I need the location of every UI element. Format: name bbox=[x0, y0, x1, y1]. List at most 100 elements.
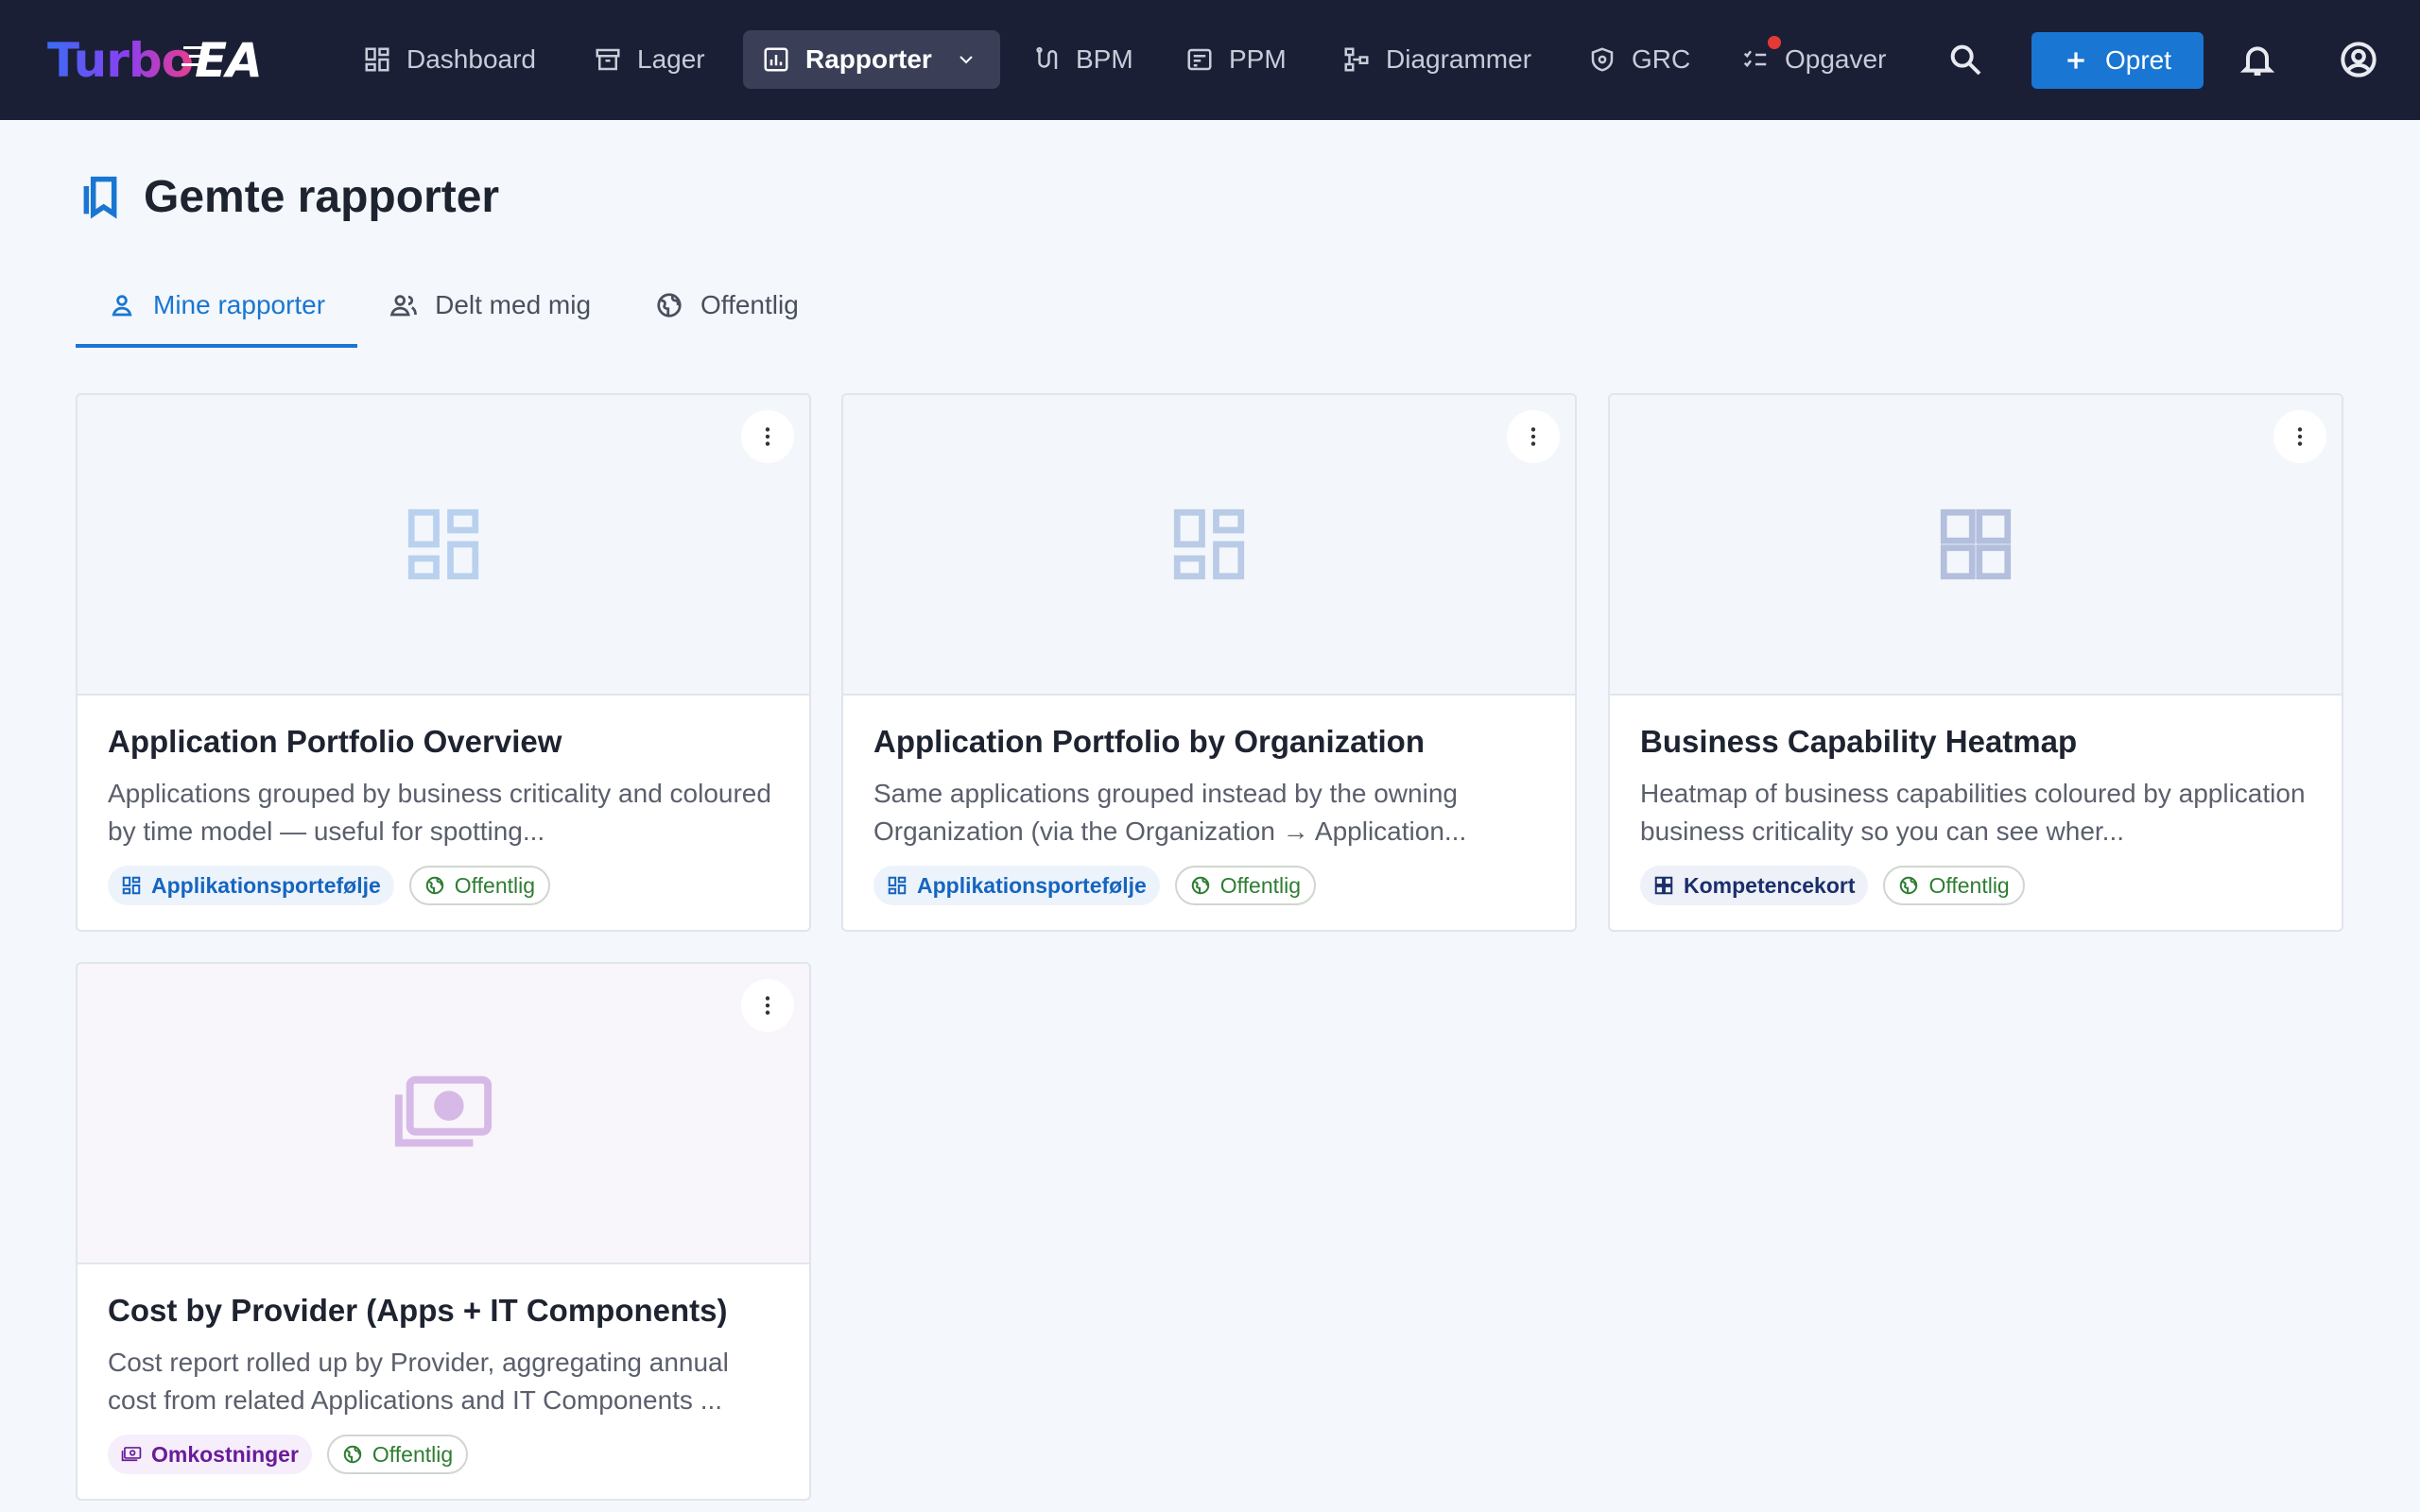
grid-icon bbox=[1940, 508, 2012, 580]
card-menu-button[interactable] bbox=[1507, 410, 1560, 463]
chip-label: Offentlig bbox=[372, 1441, 454, 1467]
grid-icon bbox=[1654, 876, 1673, 895]
nav-item-rapporter[interactable]: Rapporter bbox=[743, 30, 1000, 89]
report-title: Cost by Provider (Apps + IT Components) bbox=[108, 1293, 728, 1328]
card-menu-button[interactable] bbox=[2273, 410, 2326, 463]
grid-icon bbox=[1173, 508, 1245, 580]
chevron-down-icon bbox=[959, 56, 973, 64]
visibility-chip: Offentlig bbox=[408, 866, 551, 905]
report-description: Cost report rolled up by Provider, aggre… bbox=[108, 1348, 729, 1415]
flow-icon bbox=[1036, 46, 1058, 69]
shield-icon bbox=[1591, 47, 1614, 72]
project-icon bbox=[1187, 48, 1212, 71]
page-title: Gemte rapporter bbox=[144, 171, 500, 222]
tab-public[interactable]: Offentlig bbox=[623, 263, 831, 348]
logo-text-accent: EA bbox=[183, 33, 263, 88]
globe-icon bbox=[425, 876, 444, 895]
report-description: Same applications grouped instead by the… bbox=[873, 779, 1467, 846]
dashboard-icon bbox=[365, 47, 389, 72]
report-icon bbox=[764, 47, 788, 72]
report-card[interactable]: Application Portfolio Overview Applicati… bbox=[76, 393, 811, 932]
visibility-chip: Offentlig bbox=[1883, 866, 2025, 905]
person-icon bbox=[112, 295, 132, 317]
dashboard-icon bbox=[888, 876, 907, 895]
card-menu-button[interactable] bbox=[741, 410, 794, 463]
nav-label: BPM bbox=[1076, 44, 1133, 74]
logo-text-main: Turbo bbox=[47, 33, 194, 88]
report-thumbnail bbox=[78, 964, 809, 1264]
report-card[interactable]: Application Portfolio by Organization Sa… bbox=[841, 393, 1577, 932]
visibility-chip: Offentlig bbox=[326, 1435, 469, 1474]
report-description: Applications grouped by business critica… bbox=[108, 779, 771, 846]
report-tabs: Mine rapporter Delt med mig Offentlig bbox=[76, 263, 831, 348]
report-thumbnail bbox=[1610, 395, 2342, 696]
chip-label: Offentlig bbox=[1219, 872, 1302, 898]
nav-item-ppm[interactable]: PPM bbox=[1167, 30, 1305, 89]
report-thumbnail bbox=[78, 395, 809, 696]
globe-icon bbox=[1191, 876, 1210, 895]
dashboard-icon bbox=[122, 876, 141, 895]
account-button[interactable] bbox=[2331, 32, 2386, 87]
user-circle-icon bbox=[2341, 42, 2377, 77]
top-navigation-bar: Turbo EA Dashboard Lager Rapporter BPM P… bbox=[0, 0, 2420, 120]
more-vertical-icon bbox=[2297, 427, 2303, 446]
nav-label: Rapporter bbox=[805, 44, 932, 74]
report-title: Application Portfolio Overview bbox=[108, 724, 562, 759]
notifications-button[interactable] bbox=[2230, 32, 2285, 87]
more-vertical-icon bbox=[1530, 427, 1536, 446]
nav-item-dashboard[interactable]: Dashboard bbox=[344, 30, 555, 89]
nav-label: Dashboard bbox=[406, 44, 536, 74]
nav-label: Opgaver bbox=[1785, 44, 1887, 74]
nav-item-opgaver[interactable]: Opgaver bbox=[1722, 30, 1905, 89]
tab-my-reports[interactable]: Mine rapporter bbox=[76, 263, 358, 348]
chip-label: Omkostninger bbox=[151, 1441, 299, 1467]
report-type-chip: Omkostninger bbox=[108, 1435, 312, 1474]
report-card[interactable]: Business Capability Heatmap Heatmap of b… bbox=[1608, 393, 2343, 932]
nav-item-grc[interactable]: GRC bbox=[1569, 30, 1709, 89]
nav-item-diagrammer[interactable]: Diagrammer bbox=[1323, 30, 1550, 89]
page-header: Gemte rapporter bbox=[79, 168, 499, 225]
tab-label: Offentlig bbox=[700, 290, 799, 319]
bookmarks-icon bbox=[83, 176, 117, 219]
nav-item-lager[interactable]: Lager bbox=[575, 30, 724, 89]
search-button[interactable] bbox=[1938, 32, 1993, 87]
card-menu-button[interactable] bbox=[741, 979, 794, 1032]
plus-icon bbox=[2067, 52, 2084, 69]
tab-label: Delt med mig bbox=[435, 290, 592, 319]
more-vertical-icon bbox=[765, 427, 770, 446]
chip-label: Applikationsportefølje bbox=[151, 872, 381, 898]
visibility-chip: Offentlig bbox=[1174, 866, 1317, 905]
nav-label: Lager bbox=[637, 44, 705, 74]
globe-icon bbox=[657, 293, 682, 318]
notification-dot bbox=[1768, 36, 1781, 49]
money-icon bbox=[121, 1447, 142, 1462]
report-type-chip: Kompetencekort bbox=[1640, 866, 1869, 905]
tasks-icon bbox=[1743, 50, 1767, 68]
report-thumbnail bbox=[843, 395, 1575, 696]
nav-label: Diagrammer bbox=[1386, 44, 1532, 74]
app-logo[interactable]: Turbo EA bbox=[47, 32, 263, 89]
report-description: Heatmap of business capabilities coloure… bbox=[1640, 779, 2306, 846]
chip-label: Applikationsportefølje bbox=[917, 872, 1147, 898]
tab-shared-with-me[interactable]: Delt med mig bbox=[357, 263, 623, 348]
chip-label: Kompetencekort bbox=[1684, 872, 1856, 898]
nav-label: PPM bbox=[1229, 44, 1287, 74]
nav-item-bpm[interactable]: BPM bbox=[1013, 30, 1152, 89]
more-vertical-icon bbox=[765, 996, 770, 1015]
report-type-chip: Applikationsportefølje bbox=[873, 866, 1160, 905]
bell-icon bbox=[2239, 46, 2275, 76]
people-icon bbox=[389, 295, 417, 317]
money-icon bbox=[394, 1075, 493, 1147]
report-card[interactable]: Cost by Provider (Apps + IT Components) … bbox=[76, 962, 811, 1501]
report-title: Application Portfolio by Organization bbox=[873, 724, 1425, 759]
nav-label: GRC bbox=[1632, 44, 1691, 74]
globe-icon bbox=[343, 1445, 362, 1464]
report-type-chip: Applikationsportefølje bbox=[108, 866, 394, 905]
archive-icon bbox=[596, 48, 620, 71]
create-button-label: Opret bbox=[2104, 45, 2172, 75]
search-icon bbox=[1950, 44, 1981, 76]
tab-label: Mine rapporter bbox=[153, 290, 326, 319]
chip-label: Offentlig bbox=[454, 872, 536, 898]
globe-icon bbox=[1900, 876, 1918, 895]
create-button[interactable]: Opret bbox=[2031, 32, 2204, 89]
